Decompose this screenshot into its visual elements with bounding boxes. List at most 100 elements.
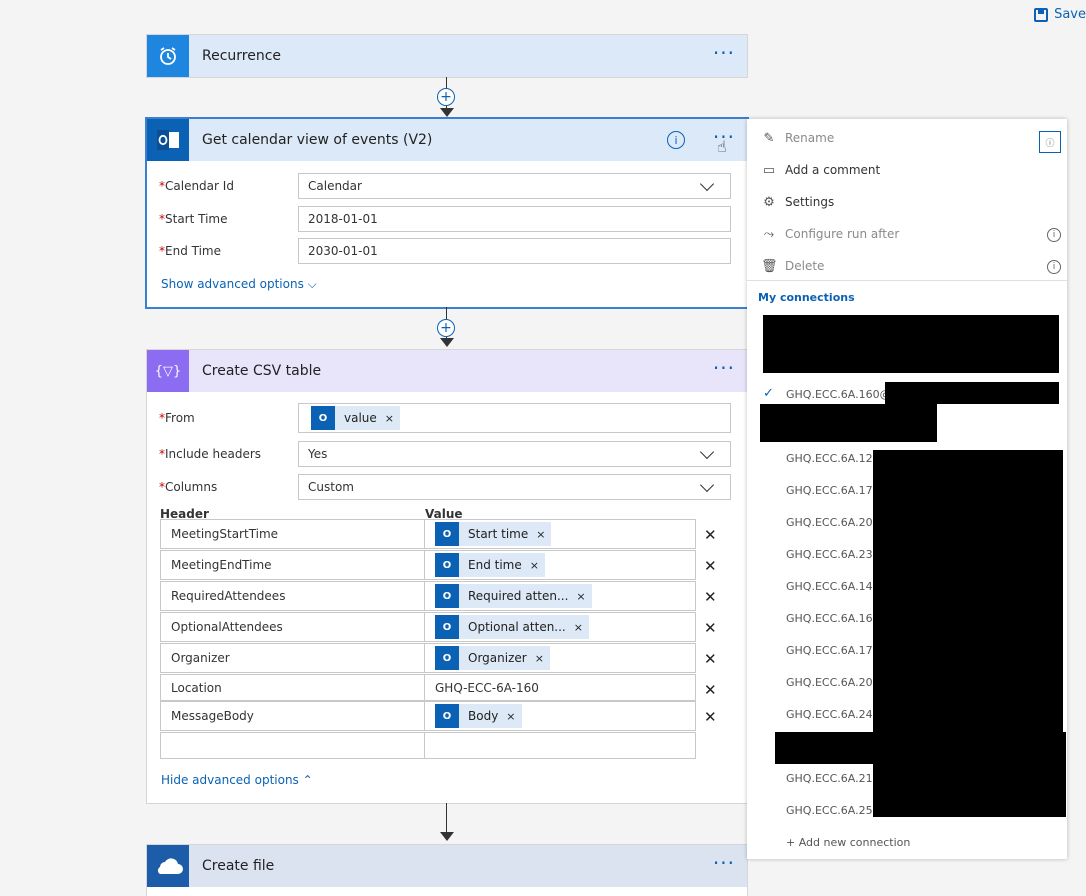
connection-item[interactable]: GHQ.ECC.6A.250 [786,804,880,817]
dynamic-token[interactable]: O Body × [435,704,522,728]
recurrence-card[interactable]: Recurrence ··· [147,35,747,77]
end-time-label: *End Time [159,244,221,258]
menu-item-settings[interactable]: ⚙ Settings [761,192,834,212]
dynamic-token[interactable]: Ovalue × [311,406,400,430]
remove-token-icon[interactable]: × [574,621,583,634]
delete-row-icon[interactable]: ✕ [704,526,717,544]
remove-token-icon[interactable]: × [506,710,515,723]
value-cell[interactable]: O Body × [425,702,695,730]
run-after-icon: ⤳ [763,226,775,242]
remove-token-icon[interactable]: × [385,412,394,425]
create-file-header[interactable]: Create file ··· [147,845,747,887]
from-input[interactable]: Ovalue × [298,403,731,433]
calendar-card[interactable]: Get calendar view of events (V2) i ··· ☝… [147,119,747,307]
menu-item-delete[interactable]: 🗑 Delete [761,256,824,276]
info-icon[interactable]: ⓘ [1039,131,1061,153]
header-cell[interactable]: OptionalAttendees [161,613,425,641]
insert-step-button[interactable]: + [437,88,455,106]
remove-token-icon[interactable]: × [535,652,544,665]
header-cell[interactable]: MessageBody [161,702,425,730]
delete-row-icon[interactable]: ✕ [704,650,717,668]
value-cell[interactable]: O Start time × [425,520,695,548]
header-cell[interactable]: MeetingStartTime [161,520,425,548]
delete-row-icon[interactable]: ✕ [704,681,717,699]
header-cell[interactable]: Location [161,675,425,700]
dynamic-token[interactable]: O Start time × [435,522,552,546]
header-cell[interactable]: RequiredAttendees [161,582,425,610]
csv-more-button[interactable]: ··· [713,358,735,378]
hide-advanced-options-link[interactable]: Hide advanced options ⌃ [161,773,313,787]
outlook-icon: O [435,584,459,608]
chevron-down-icon [699,444,715,460]
delete-row-icon[interactable]: ✕ [704,708,717,726]
header-cell[interactable]: MeetingEndTime [161,551,425,579]
menu-item-rename[interactable]: ✎ Rename [761,128,835,148]
menu-item-configure-run-after[interactable]: ⤳ Configure run after [761,224,900,244]
remove-token-icon[interactable]: × [530,559,539,572]
create-file-more-button[interactable]: ··· [713,853,735,873]
columns-select[interactable]: Custom [298,474,731,500]
table-row: MeetingEndTime O End time × [160,550,696,580]
action-context-menu: ✎ Rename ⓘ ▭ Add a comment ⚙ Settings ⤳ Conf… [747,119,1067,859]
connection-item[interactable]: GHQ.ECC.6A.240 [786,708,880,721]
end-time-input[interactable]: 2030-01-01 [298,238,731,264]
delete-row-icon[interactable]: ✕ [704,557,717,575]
header-cell[interactable]: Organizer [161,644,425,672]
connection-item[interactable]: GHQ.ECC.6A.142 [786,580,880,593]
insert-step-button[interactable]: + [437,319,455,337]
delete-row-icon[interactable]: ✕ [704,619,717,637]
value-cell[interactable]: GHQ-ECC-6A-160 [425,675,695,700]
info-icon[interactable]: i [1047,260,1061,274]
connection-item[interactable]: GHQ.ECC.6A.201 [786,516,880,529]
csv-header[interactable]: {▽} Create CSV table ··· [147,350,747,392]
connector-arrow [440,832,454,841]
table-row: RequiredAttendees O Required atten... × [160,581,696,611]
value-cell[interactable] [425,733,695,758]
info-icon[interactable]: i [1047,228,1061,242]
connection-item[interactable]: GHQ.ECC.6A.162 [786,612,880,625]
dynamic-token[interactable]: O Organizer × [435,646,550,670]
menu-item-add-comment[interactable]: ▭ Add a comment [761,160,880,180]
create-csv-card[interactable]: {▽} Create CSV table ··· *From Ovalue × *… [147,350,747,803]
connection-item[interactable]: GHQ.ECC.6A.170 [786,644,880,657]
value-cell[interactable]: O End time × [425,551,695,579]
connection-item[interactable]: GHQ.ECC.6A.204 [786,676,880,689]
data-operations-icon: {▽} [147,350,189,392]
value-cell[interactable]: O Organizer × [425,644,695,672]
outlook-icon: O [311,406,335,430]
create-file-card[interactable]: Create file ··· [147,845,747,896]
include-headers-select[interactable]: Yes [298,441,731,467]
connection-item[interactable]: GHQ.ECC.6A.160@ [786,388,891,401]
dynamic-token[interactable]: O Required atten... × [435,584,592,608]
include-headers-label: *Include headers [159,447,262,461]
header-cell[interactable] [161,733,425,758]
save-button[interactable]: Save [1034,7,1086,22]
remove-token-icon[interactable]: × [576,590,585,603]
recurrence-more-button[interactable]: ··· [713,43,735,63]
info-icon[interactable]: i [667,131,685,149]
value-cell[interactable]: O Required atten... × [425,582,695,610]
dynamic-token[interactable]: O End time × [435,553,545,577]
connection-item[interactable]: GHQ.ECC.6A.122 [786,452,880,465]
remove-token-icon[interactable]: × [536,528,545,541]
redacted-block [885,382,1059,404]
show-advanced-options-link[interactable]: Show advanced options ⌵ [161,277,317,292]
delete-row-icon[interactable]: ✕ [704,588,717,606]
connector-arrow [440,338,454,347]
include-headers-row: *Include headers Yes [159,440,731,468]
calendar-header[interactable]: Get calendar view of events (V2) i ··· ☝ [147,119,747,161]
calendar-id-select[interactable]: Calendar [298,173,731,199]
connection-item[interactable]: GHQ.ECC.6A.172 [786,484,880,497]
dynamic-token[interactable]: O Optional atten... × [435,615,589,639]
recurrence-header[interactable]: Recurrence ··· [147,35,747,77]
value-cell[interactable]: O Optional atten... × [425,613,695,641]
start-time-input[interactable]: 2018-01-01 [298,206,731,232]
from-label: *From [159,411,195,425]
connector-line [446,803,447,833]
redacted-block [873,764,1066,817]
add-new-connection-link[interactable]: + Add new connection [786,836,910,849]
connection-item[interactable]: GHQ.ECC.6A.210 [786,772,880,785]
alarm-clock-icon [147,35,189,77]
connection-item[interactable]: GHQ.ECC.6A.230 [786,548,880,561]
create-file-title: Create file [202,858,275,874]
